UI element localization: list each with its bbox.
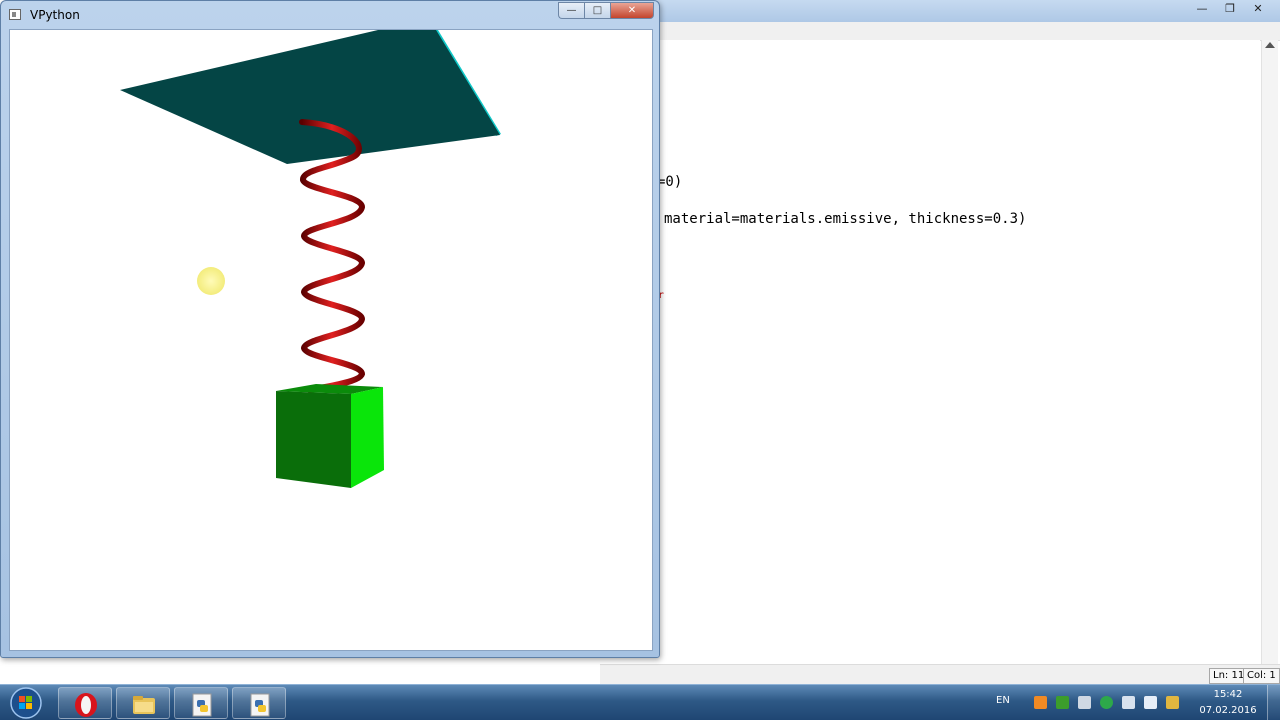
code-line-1: =0) — [657, 174, 683, 190]
idle-editor-window: — ❐ ✕ =0) material=materials.emissive, t… — [600, 0, 1280, 685]
scene-3d — [120, 30, 501, 488]
folder-icon — [133, 696, 155, 714]
taskbar-python-idle-button[interactable] — [174, 687, 228, 719]
opera-icon — [75, 693, 97, 717]
tray-windows-icon[interactable] — [1144, 696, 1157, 709]
language-indicator[interactable]: EN — [996, 695, 1010, 706]
maximize-button[interactable]: □ — [584, 2, 610, 19]
system-tray: EN 15:42 07.02.2016 — [990, 685, 1280, 720]
window-app-icon — [9, 9, 21, 20]
taskbar: EN 15:42 07.02.2016 — [0, 684, 1280, 720]
tray-update-icon[interactable] — [1100, 696, 1113, 709]
tray-nvidia-icon[interactable] — [1056, 696, 1069, 709]
window-title: VPython — [30, 8, 80, 22]
editor-vertical-scrollbar[interactable] — [1261, 40, 1278, 664]
taskbar-vpython-button[interactable] — [232, 687, 286, 719]
vpython-3d-canvas[interactable] — [9, 29, 653, 651]
scroll-up-icon[interactable] — [1265, 42, 1275, 48]
ceiling-plate — [120, 30, 500, 164]
editor-menubar — [600, 22, 1280, 41]
tray-security-icon[interactable] — [1166, 696, 1179, 709]
editor-statusbar: Ln: 11 Col: 1 — [600, 664, 1280, 685]
box-side-face — [351, 387, 384, 488]
tray-app-icon[interactable] — [1034, 696, 1047, 709]
code-editor-area[interactable]: =0) material=materials.emissive, thickne… — [600, 40, 1260, 664]
close-button[interactable]: ✕ — [610, 2, 654, 19]
clock-time[interactable]: 15:42 — [1198, 689, 1258, 700]
tray-network-icon[interactable] — [1122, 696, 1135, 709]
taskbar-explorer-button[interactable] — [116, 687, 170, 719]
tray-volume-muted-icon[interactable] — [1078, 696, 1091, 709]
vpython-titlebar[interactable]: VPython — □ ✕ — [1, 1, 659, 29]
light-marker — [197, 267, 225, 295]
vpython-window-controls: — □ ✕ — [558, 2, 654, 19]
editor-titlebar: — ❐ ✕ — [600, 0, 1280, 22]
box-front-face — [276, 391, 351, 488]
spring-helix — [299, 119, 366, 393]
taskbar-opera-button[interactable] — [58, 687, 112, 719]
vpython-window: VPython — □ ✕ — [0, 0, 660, 658]
editor-close-button[interactable]: ✕ — [1246, 2, 1270, 16]
python-file-icon — [250, 693, 270, 717]
editor-window-controls: — ❐ ✕ — [1190, 2, 1270, 18]
editor-minimize-button[interactable]: — — [1190, 2, 1214, 16]
show-desktop-button[interactable] — [1267, 685, 1280, 720]
code-line-2: material=materials.emissive, thickness=0… — [664, 211, 1027, 227]
status-column-number: Col: 1 — [1243, 668, 1280, 684]
editor-restore-button[interactable]: ❐ — [1218, 2, 1242, 16]
minimize-button[interactable]: — — [558, 2, 584, 19]
windows-logo-icon — [10, 687, 42, 719]
start-button[interactable] — [6, 687, 46, 719]
clock-date[interactable]: 07.02.2016 — [1194, 705, 1262, 716]
python-file-icon — [192, 693, 212, 717]
